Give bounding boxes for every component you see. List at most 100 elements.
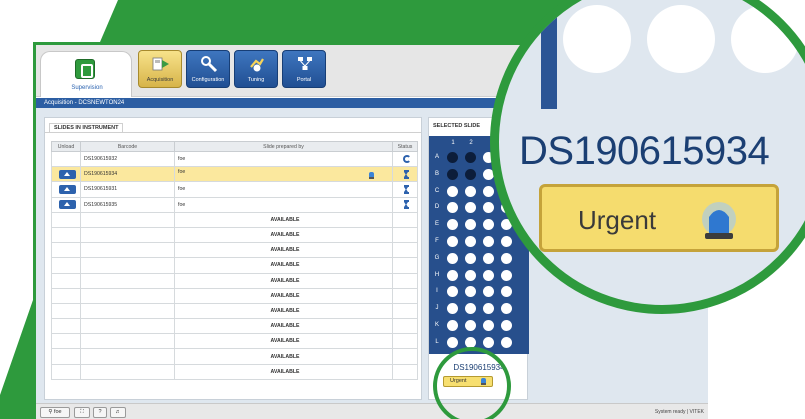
tuning-label: Tuning — [247, 77, 265, 83]
tuning-button[interactable]: Tuning — [234, 50, 278, 88]
supervision-tab[interactable]: Supervision — [40, 51, 132, 97]
barcode-cell — [80, 333, 175, 350]
slide-position-cell[interactable] — [483, 336, 494, 348]
barcode-cell: DS190615931 — [80, 181, 175, 198]
tuning-hand-icon — [250, 58, 264, 72]
slide-position-cell[interactable] — [483, 252, 494, 264]
magnified-urgent-badge: Urgent — [539, 184, 779, 252]
barcode-cell — [80, 272, 175, 289]
slide-position-cell[interactable] — [447, 303, 458, 315]
slides-table: Unload Barcode Slide prepared by Status … — [51, 141, 418, 380]
slide-position-cell[interactable] — [483, 269, 494, 281]
slide-position-cell[interactable] — [465, 269, 476, 281]
slide-position-cell[interactable] — [447, 202, 458, 214]
unload-cell[interactable] — [51, 181, 81, 198]
slide-position-cell[interactable] — [501, 320, 512, 331]
magnifier-overlay: DS190615934 Urgent — [490, 0, 805, 314]
magnified-barcode: DS190615934 — [519, 129, 770, 173]
user-login-button[interactable]: ⚲ foe — [40, 407, 70, 418]
column-header-prepared-by[interactable]: Slide prepared by — [174, 141, 393, 152]
slide-position-cell[interactable] — [465, 168, 476, 180]
portal-button[interactable]: Portal — [282, 50, 326, 88]
slide-position-cell[interactable] — [465, 303, 476, 315]
fullscreen-icon: ⛶ — [80, 409, 84, 415]
slide-position-cell[interactable] — [465, 286, 476, 298]
status-cell — [392, 287, 418, 304]
selected-slide-title: SELECTED SLIDE — [433, 123, 481, 129]
acquisition-button[interactable]: Acquisition — [138, 50, 182, 88]
slide-position-cell[interactable] — [447, 236, 458, 247]
slide-position-cell[interactable] — [483, 185, 494, 197]
slide-position-cell[interactable] — [483, 219, 494, 231]
grid-column-header: 2 — [469, 140, 473, 146]
grid-row-header: L — [435, 338, 439, 345]
unload-cell[interactable] — [51, 166, 81, 183]
slide-position-cell[interactable] — [447, 219, 458, 231]
slide-position-cell[interactable] — [447, 269, 458, 281]
prepared-by-value: foe — [178, 156, 186, 163]
slide-position-cell[interactable] — [465, 320, 476, 331]
table-row[interactable]: DS190615932 foe — [51, 150, 418, 168]
slide-position-cell[interactable] — [483, 236, 494, 247]
barcode-cell — [80, 302, 175, 320]
available-cell: AVAILABLE — [174, 318, 393, 335]
slide-position-cell[interactable] — [483, 320, 494, 331]
status-cell — [392, 211, 418, 228]
slide-position-cell[interactable] — [447, 185, 458, 197]
slide-position-cell[interactable] — [465, 152, 476, 163]
table-row: AVAILABLE — [51, 242, 418, 259]
eject-icon[interactable] — [59, 184, 76, 194]
slide-position-cell[interactable] — [447, 286, 458, 298]
slide-position-cell[interactable] — [465, 236, 476, 247]
barcode-cell — [80, 226, 175, 244]
slide-position-cell[interactable] — [465, 252, 476, 264]
sound-button[interactable]: ♬ — [110, 407, 126, 418]
prepared-by-value: foe — [178, 186, 186, 193]
available-cell: AVAILABLE — [174, 211, 393, 228]
table-row[interactable]: DS190615934 foe — [51, 166, 418, 183]
slide-position-cell[interactable] — [447, 336, 458, 348]
available-cell: AVAILABLE — [174, 226, 393, 244]
slide-position-cell[interactable] — [483, 202, 494, 214]
eject-icon[interactable] — [59, 200, 76, 210]
available-cell: AVAILABLE — [174, 272, 393, 289]
slide-position-cell[interactable] — [447, 168, 458, 180]
unload-cell — [51, 257, 81, 274]
fullscreen-button[interactable]: ⛶ — [74, 407, 90, 418]
unload-cell — [51, 363, 81, 380]
help-button[interactable]: ? — [93, 407, 107, 418]
hourglass-status-icon — [404, 169, 409, 179]
slide-position-cell[interactable] — [483, 286, 494, 298]
slide-position-cell[interactable] — [465, 219, 476, 231]
table-row: AVAILABLE — [51, 257, 418, 274]
slide-position-cell[interactable] — [465, 202, 476, 214]
unload-cell[interactable] — [51, 196, 81, 213]
slide-position-cell[interactable] — [501, 336, 512, 348]
unload-cell[interactable] — [51, 150, 81, 168]
table-row[interactable]: DS190615931 foe — [51, 181, 418, 198]
status-cell — [392, 226, 418, 244]
configuration-button[interactable]: Configuration — [186, 50, 230, 88]
unload-cell — [51, 226, 81, 244]
barcode-cell — [80, 287, 175, 304]
column-header-barcode[interactable]: Barcode — [80, 141, 175, 152]
table-header-row: Unload Barcode Slide prepared by Status — [51, 141, 418, 152]
unload-cell — [51, 318, 81, 335]
column-header-unload[interactable]: Unload — [51, 141, 81, 152]
available-cell: AVAILABLE — [174, 242, 393, 259]
eject-icon[interactable] — [59, 169, 76, 179]
slide-position-cell[interactable] — [447, 320, 458, 331]
slide-position-cell[interactable] — [447, 252, 458, 264]
magnified-slide-position — [563, 5, 631, 73]
unload-cell — [51, 287, 81, 304]
table-row[interactable]: DS190615935 foe — [51, 196, 418, 213]
slide-position-cell[interactable] — [465, 185, 476, 197]
acquisition-label: Acquisition — [146, 77, 174, 83]
slide-position-cell[interactable] — [483, 303, 494, 315]
column-header-status[interactable]: Status — [392, 141, 418, 152]
system-status-text: System ready | VITEK — [654, 409, 704, 415]
prepared-by-value: foe — [178, 201, 186, 208]
barcode-cell: DS190615932 — [80, 150, 175, 168]
status-cell — [392, 318, 418, 335]
slide-position-cell[interactable] — [447, 152, 458, 163]
